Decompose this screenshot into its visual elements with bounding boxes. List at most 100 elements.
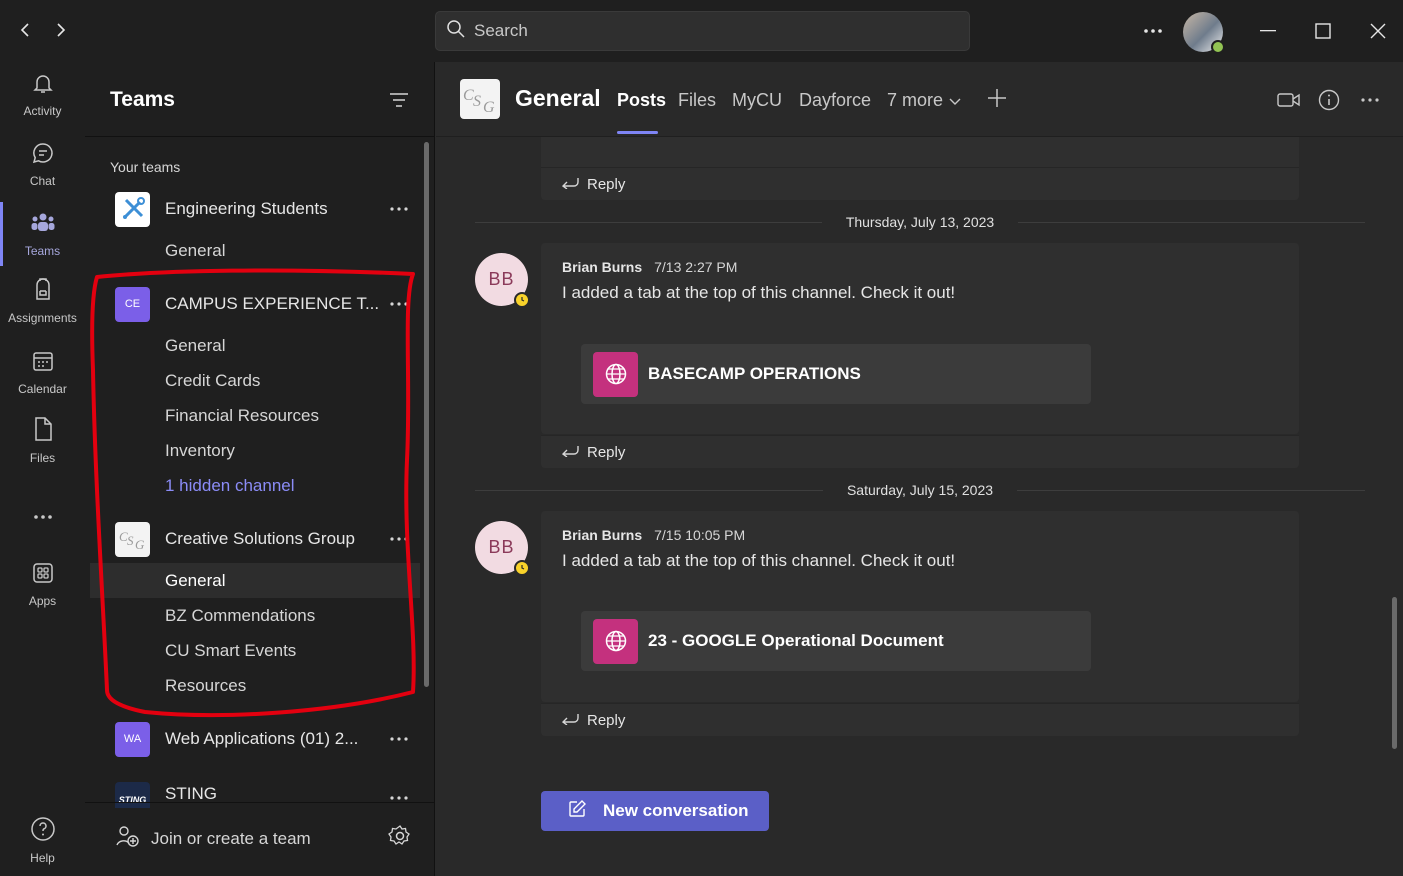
rail-more-apps[interactable] xyxy=(0,484,85,548)
message-author[interactable]: Brian Burns xyxy=(562,527,642,543)
profile-avatar[interactable] xyxy=(1183,12,1225,54)
tab-posts[interactable]: Posts xyxy=(617,90,666,111)
join-team-label: Join or create a team xyxy=(151,828,311,848)
channel-label: Financial Resources xyxy=(165,405,320,425)
channel-label: Credit Cards xyxy=(165,370,261,390)
globe-icon xyxy=(593,618,638,664)
tab-more-dropdown[interactable]: 7 more xyxy=(887,90,961,111)
teams-icon xyxy=(30,211,56,240)
team-tile: WA xyxy=(115,721,150,757)
panel-scrollbar[interactable] xyxy=(424,142,429,687)
search-input[interactable] xyxy=(474,21,954,41)
title-bar xyxy=(0,0,1403,62)
filter-icon[interactable] xyxy=(387,88,411,112)
rail-item-apps[interactable]: Apps xyxy=(0,552,85,616)
reply-button[interactable]: Reply xyxy=(541,167,1299,200)
search-box[interactable] xyxy=(435,11,970,51)
team-engineering-students[interactable]: Engineering Students xyxy=(85,188,420,230)
channel-cu-smart-events[interactable]: CU Smart Events xyxy=(85,633,420,668)
chevron-right-icon[interactable] xyxy=(49,18,73,42)
tab-card-basecamp[interactable]: BASECAMP OPERATIONS xyxy=(581,344,1091,404)
rail-item-teams[interactable]: Teams xyxy=(0,202,85,266)
more-horizontal-icon[interactable] xyxy=(385,199,413,219)
channel-general[interactable]: General xyxy=(85,233,420,268)
date-separator: Thursday, July 13, 2023 xyxy=(475,212,1366,232)
channel-label: General xyxy=(165,240,226,260)
rail-item-chat[interactable]: Chat xyxy=(0,132,85,196)
join-or-create-team-button[interactable]: Join or create a team xyxy=(115,825,311,852)
away-clock-icon xyxy=(514,560,530,576)
reply-label: Reply xyxy=(587,443,626,461)
message-card: Brian Burns 7/15 10:05 PM I added a tab … xyxy=(541,511,1299,702)
reply-button[interactable]: Reply xyxy=(541,703,1299,736)
rail-item-calendar[interactable]: Calendar xyxy=(0,340,85,404)
svg-text:S: S xyxy=(127,533,134,548)
backpack-icon xyxy=(31,276,55,307)
minimize-icon[interactable] xyxy=(1253,16,1283,46)
svg-text:G: G xyxy=(135,537,145,550)
hidden-channels-link[interactable]: 1 hidden channel xyxy=(85,468,420,503)
message-card-partial xyxy=(541,137,1299,167)
tab-dayforce[interactable]: Dayforce xyxy=(799,90,871,111)
team-name: CAMPUS EXPERIENCE T... xyxy=(165,294,380,313)
teams-header: Teams xyxy=(85,62,435,137)
rail-label: Calendar xyxy=(18,381,67,396)
gear-icon[interactable] xyxy=(387,823,413,849)
channel-credit-cards[interactable]: Credit Cards xyxy=(85,363,420,398)
rail-label: Help xyxy=(30,850,55,865)
new-conversation-button[interactable]: New conversation xyxy=(541,791,769,831)
tools-icon xyxy=(115,191,150,227)
teams-title: Teams xyxy=(110,88,175,111)
avatar[interactable]: BB xyxy=(475,253,530,308)
more-horizontal-icon[interactable] xyxy=(385,294,413,314)
close-icon[interactable] xyxy=(1363,16,1393,46)
maximize-icon[interactable] xyxy=(1308,16,1338,46)
svg-text:S: S xyxy=(473,93,481,110)
channel-label: 1 hidden channel xyxy=(165,475,295,495)
avatar[interactable]: BB xyxy=(475,521,530,576)
more-horizontal-icon[interactable] xyxy=(385,729,413,749)
tab-mycu[interactable]: MyCU xyxy=(732,90,782,111)
message-time: 7/15 10:05 PM xyxy=(654,527,746,543)
reply-button[interactable]: Reply xyxy=(541,435,1299,468)
channel-title: General xyxy=(515,85,601,111)
channel-bz-commendations[interactable]: BZ Commendations xyxy=(85,598,420,633)
tab-card-google-doc[interactable]: 23 - GOOGLE Operational Document xyxy=(581,611,1091,671)
team-web-applications[interactable]: WA Web Applications (01) 2... xyxy=(85,718,420,760)
message-card: Brian Burns 7/13 2:27 PM I added a tab a… xyxy=(541,243,1299,434)
rail-item-help[interactable]: Help xyxy=(0,808,85,872)
more-horizontal-icon[interactable] xyxy=(1140,20,1166,42)
channel-general[interactable]: General xyxy=(85,328,420,363)
add-tab-plus-icon[interactable] xyxy=(985,86,1009,110)
channel-label: General xyxy=(165,335,226,355)
channel-resources[interactable]: Resources xyxy=(85,668,420,703)
chat-icon xyxy=(31,141,55,170)
add-people-icon xyxy=(115,825,139,852)
avatar-initials: BB xyxy=(488,269,515,289)
message-meta: Brian Burns 7/13 2:27 PM xyxy=(562,259,737,275)
channel-financial-resources[interactable]: Financial Resources xyxy=(85,398,420,433)
compose-icon xyxy=(567,799,587,824)
channel-general-selected[interactable]: General xyxy=(90,563,420,598)
message-text: I added a tab at the top of this channel… xyxy=(562,283,956,302)
message-text: I added a tab at the top of this channel… xyxy=(562,551,956,570)
message-author[interactable]: Brian Burns xyxy=(562,259,642,275)
rail-item-files[interactable]: Files xyxy=(0,408,85,472)
more-horizontal-icon[interactable] xyxy=(385,529,413,549)
help-icon xyxy=(30,816,56,847)
date-separator: Saturday, July 15, 2023 xyxy=(475,480,1365,500)
main-scrollbar[interactable] xyxy=(1392,597,1397,749)
chevron-left-icon[interactable] xyxy=(13,18,37,42)
team-campus-experience[interactable]: CE CAMPUS EXPERIENCE T... xyxy=(85,283,420,325)
info-icon[interactable] xyxy=(1316,87,1342,113)
more-horizontal-icon[interactable] xyxy=(1357,87,1383,113)
team-creative-solutions-group[interactable]: CSG Creative Solutions Group xyxy=(85,518,420,560)
tab-files[interactable]: Files xyxy=(678,90,716,111)
channel-label: CU Smart Events xyxy=(165,640,297,660)
team-name: Web Applications (01) 2... xyxy=(165,729,359,748)
channel-inventory[interactable]: Inventory xyxy=(85,433,420,468)
video-call-icon[interactable] xyxy=(1276,87,1302,113)
tab-card-label: BASECAMP OPERATIONS xyxy=(648,364,861,383)
rail-item-assignments[interactable]: Assignments xyxy=(0,268,85,332)
rail-item-activity[interactable]: Activity xyxy=(0,62,85,126)
